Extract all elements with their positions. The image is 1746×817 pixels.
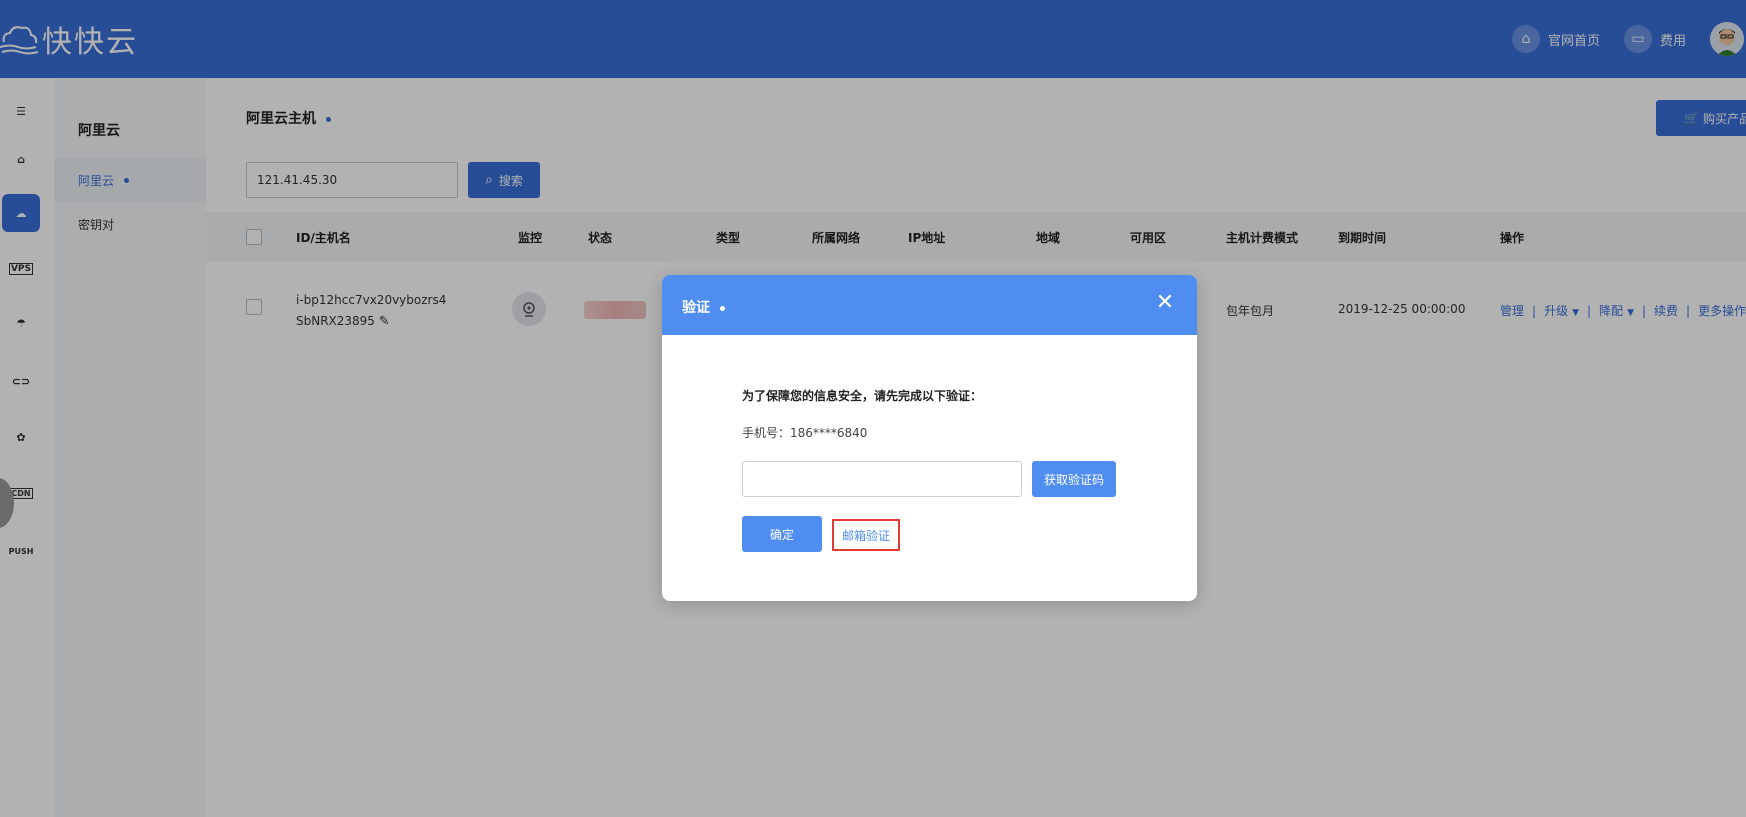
verification-code-input[interactable] [742,461,1022,497]
verify-modal: 验证 ✕ 为了保障您的信息安全，请先完成以下验证： 手机号：186****684… [662,275,1197,601]
phone-number: 手机号：186****6840 [742,426,868,440]
email-verify-link[interactable]: 邮箱验证 [832,519,900,551]
modal-title: 验证 [682,297,725,317]
close-icon[interactable]: ✕ [1153,291,1177,315]
modal-description: 为了保障您的信息安全，请先完成以下验证： [742,389,983,403]
confirm-button[interactable]: 确定 [742,516,822,552]
modal-header: 验证 ✕ [662,275,1197,335]
get-code-button[interactable]: 获取验证码 [1032,461,1116,497]
modal-title-text: 验证 [682,300,710,316]
title-dot [720,305,725,311]
